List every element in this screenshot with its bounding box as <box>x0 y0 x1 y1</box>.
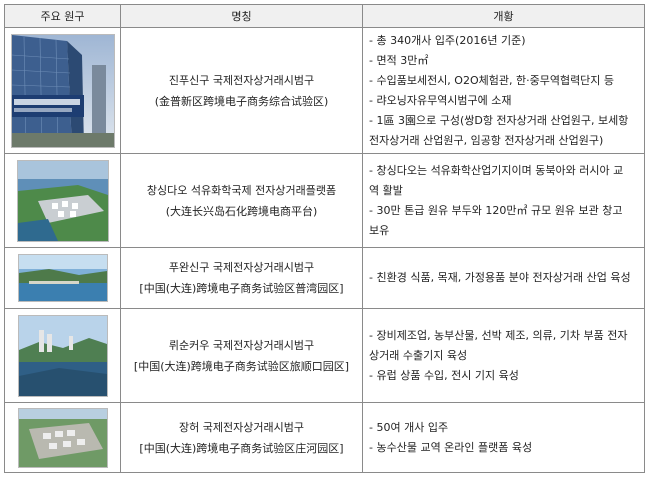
header-name: 명칭 <box>120 4 363 28</box>
overview-item: 농수산물 교역 온라인 플랫폼 육성 <box>369 438 640 458</box>
zone-name-chinese: [中国(大连)跨境电子商务试验区普湾园区] <box>139 282 344 295</box>
overview-item: 랴오닝자유무역시범구에 소재 <box>369 91 640 111</box>
overview-cell: 총 340개사 입주(2016년 기준) 면적 3만㎡ 수입품보세전시, O2O… <box>362 27 645 154</box>
overview-cell: 친환경 식품, 목재, 가정용품 분야 전자상거래 산업 육성 <box>362 247 645 309</box>
zone-name-chinese: [中国(大连)跨境电子商务试验区庄河园区] <box>139 441 344 455</box>
overview-item: 친환경 식품, 목재, 가정용품 분야 전자상거래 산업 육성 <box>369 268 640 288</box>
zone-name-cell: 푸완신구 국제전자상거래시범구 [中国(大连)跨境电子商务试验区普湾园区] <box>120 247 363 309</box>
table-row: 창싱다오 석유화학국제 전자상거래플랫폼 (大连长兴岛石化跨境电商平台) 창싱다… <box>4 153 645 248</box>
table-header-row: 주요 원구 명칭 개황 <box>4 4 645 28</box>
zone-name-chinese: (大连长兴岛石化跨境电商平台) <box>165 204 318 218</box>
overview-item: 유럽 상품 수입, 전시 기지 육성 <box>369 366 640 386</box>
zone-name-chinese: [中国(大连)跨境电子商务试验区旅顺口园区] <box>133 359 350 373</box>
zone-name-chinese: (金普新区跨境电子商务综合试验区) <box>154 94 329 108</box>
overview-item-continued: 전자상거래 산업원구, 임공항 전자상거래 산업원구) <box>369 133 604 147</box>
zone-name-cell: 진푸신구 국제전자상거래시범구 (金普新区跨境电子商务综合试验区) <box>120 27 363 154</box>
photo-cell <box>4 308 121 403</box>
overview-cell: 장비제조업, 농부산물, 선박 제조, 의류, 기차 부품 전자 상거래 수출기… <box>362 308 645 403</box>
overview-item-continued: 상거래 수출기지 육성 <box>369 348 468 362</box>
zone-table: 주요 원구 명칭 개황 진푸신구 국제전자상거래시범구 (金普新区跨境电子商务综… <box>4 4 645 473</box>
overview-item: 면적 3만㎡ <box>369 51 640 71</box>
zone-name-korean: 장허 국제전자상거래시범구 <box>179 420 304 434</box>
table-row: 진푸신구 국제전자상거래시범구 (金普新区跨境电子商务综合试验区) 총 340개… <box>4 27 645 154</box>
overview-cell: 창싱다오는 석유화학산업기지이며 동북아와 러시아 교 역 활발 30만 톤급 … <box>362 153 645 248</box>
port-aerial-render <box>16 159 109 242</box>
overview-cell: 50여 개사 입주 농수산물 교역 온라인 플랫폼 육성 <box>362 402 645 473</box>
government-building-photo <box>10 33 115 148</box>
table-row: 푸완신구 국제전자상거래시범구 [中国(大连)跨境电子商务试验区普湾园区] 친환… <box>4 247 645 309</box>
zone-name-korean: 진푸신구 국제전자상거래시범구 <box>168 73 315 87</box>
overview-item: 총 340개사 입주(2016년 기준) <box>369 31 640 51</box>
header-overview: 개황 <box>362 4 645 28</box>
zone-name-cell: 창싱다오 석유화학국제 전자상거래플랫폼 (大连长兴岛石化跨境电商平台) <box>120 153 363 248</box>
zone-name-korean: 푸완신구 국제전자상거래시범구 <box>168 261 315 274</box>
header-main-zone: 주요 원구 <box>4 4 121 28</box>
overview-item: 50여 개사 입주 <box>369 418 640 438</box>
overview-item-continued: 보유 <box>369 223 390 237</box>
table-row: 뤼순커우 국제전자상거래시범구 [中国(大连)跨境电子商务试验区旅顺口园区] 장… <box>4 308 645 403</box>
harbor-city-photo <box>17 314 108 397</box>
photo-cell <box>4 402 121 473</box>
photo-cell <box>4 27 121 154</box>
zone-name-korean: 창싱다오 석유화학국제 전자상거래플랫폼 <box>146 183 337 197</box>
overview-item: 수입품보세전시, O2O체험관, 한·중무역협력단지 등 <box>369 71 640 91</box>
zone-name-korean: 뤼순커우 국제전자상거래시범구 <box>168 338 315 352</box>
bay-panorama-photo <box>17 254 108 302</box>
overview-item: 1區 3園으로 구성(쌍D항 전자상거래 산업원구, 보세항 <box>369 111 640 131</box>
industrial-park-render <box>17 407 108 468</box>
table-row: 장허 국제전자상거래시범구 [中国(大连)跨境电子商务试验区庄河园区] 50여 … <box>4 402 645 473</box>
overview-item: 30만 톤급 원유 부두와 120만㎥ 규모 원유 보관 창고 <box>369 201 640 221</box>
zone-name-cell: 장허 국제전자상거래시범구 [中国(大连)跨境电子商务试验区庄河园区] <box>120 402 363 473</box>
overview-item-continued: 역 활발 <box>369 183 403 197</box>
zone-name-cell: 뤼순커우 국제전자상거래시범구 [中国(大连)跨境电子商务试验区旅顺口园区] <box>120 308 363 403</box>
overview-item: 장비제조업, 농부산물, 선박 제조, 의류, 기차 부품 전자 <box>369 326 640 346</box>
overview-item: 창싱다오는 석유화학산업기지이며 동북아와 러시아 교 <box>369 161 640 181</box>
photo-cell <box>4 153 121 248</box>
photo-cell <box>4 247 121 309</box>
